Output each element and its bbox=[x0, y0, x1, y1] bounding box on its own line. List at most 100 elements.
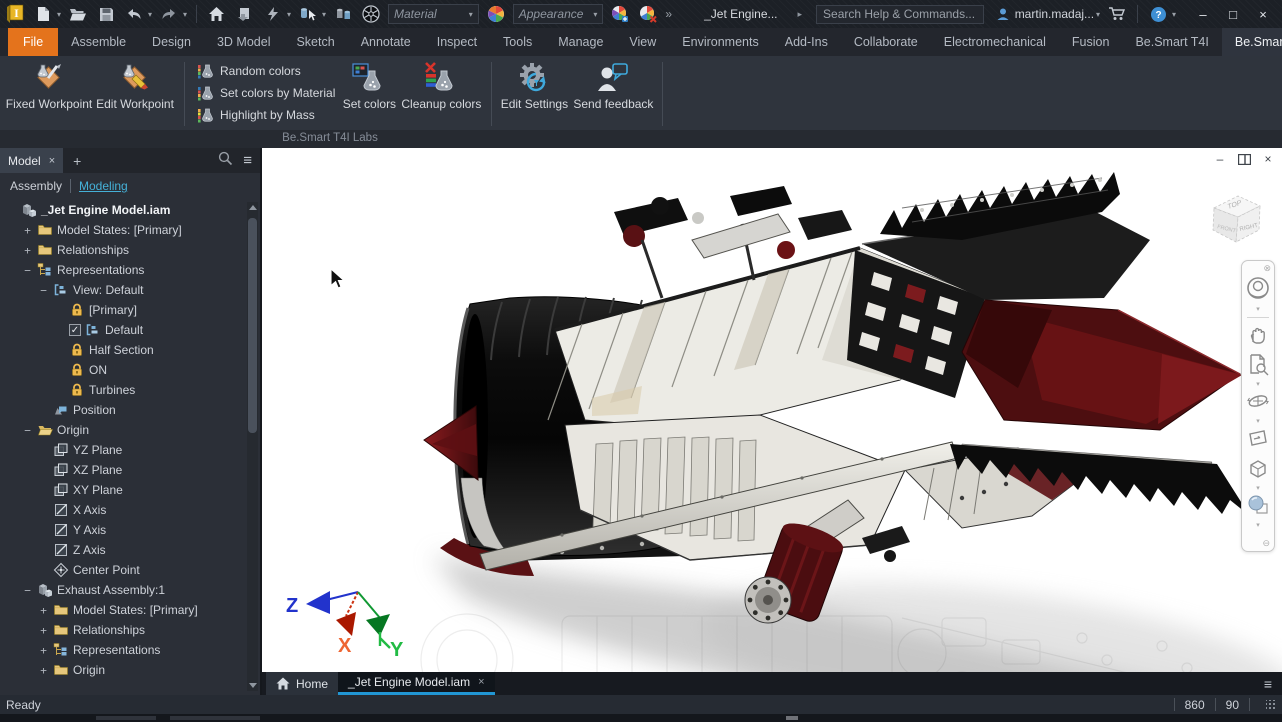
help-search-input[interactable]: Search Help & Commands... bbox=[816, 5, 984, 24]
adjust-colorwheel-icon[interactable] bbox=[485, 3, 507, 25]
tree-item-xz-plane[interactable]: XZ Plane bbox=[0, 460, 246, 480]
parameters-icon[interactable] bbox=[332, 3, 354, 25]
navbar-close-icon[interactable]: ⊗ bbox=[1263, 263, 1271, 274]
maximize-button[interactable]: □ bbox=[1218, 1, 1248, 27]
tree-item-relationships[interactable]: +Relationships bbox=[0, 240, 246, 260]
graphics-viewport[interactable]: – × TOP FRONT RIGHT ⊗ ▾ ▾ bbox=[262, 148, 1282, 672]
tree-expander-icon[interactable]: − bbox=[22, 264, 33, 277]
jet-engine-model[interactable] bbox=[262, 148, 1282, 672]
subtab-modeling[interactable]: Modeling bbox=[79, 179, 128, 193]
open-icon[interactable] bbox=[67, 3, 89, 25]
inventor-logo-icon[interactable]: I bbox=[4, 3, 26, 25]
tree-item-relationships[interactable]: +Relationships bbox=[0, 620, 246, 640]
tree-item-default[interactable]: ✓Default bbox=[0, 320, 246, 340]
title-arrow-icon[interactable]: ▸ bbox=[798, 9, 803, 20]
navbar-caret-icon[interactable]: ▾ bbox=[1256, 523, 1260, 529]
ribbon-tab-add-ins[interactable]: Add-Ins bbox=[772, 28, 841, 56]
close-browser-tab-icon[interactable]: × bbox=[49, 155, 55, 167]
tree-item-exhaust-assembly-1[interactable]: −Exhaust Assembly:1 bbox=[0, 580, 246, 600]
random-colors-button[interactable]: Random colors bbox=[191, 60, 341, 82]
tree-item-turbines[interactable]: Turbines bbox=[0, 380, 246, 400]
update-icon[interactable] bbox=[262, 3, 284, 25]
tree-item-half-section[interactable]: Half Section bbox=[0, 340, 246, 360]
tree-item-z-axis[interactable]: Z Axis bbox=[0, 540, 246, 560]
ribbon-tab-electromechanical[interactable]: Electromechanical bbox=[931, 28, 1059, 56]
tree-expander-icon[interactable]: + bbox=[38, 644, 49, 657]
minimize-button[interactable]: – bbox=[1188, 1, 1218, 27]
navigation-bar[interactable]: ⊗ ▾ ▾ ▾ ▾ ▾ ⊖ bbox=[1241, 260, 1275, 552]
new-file-icon[interactable] bbox=[32, 3, 54, 25]
ribbon-tab-3d-model[interactable]: 3D Model bbox=[204, 28, 284, 56]
navbar-caret-icon[interactable]: ▾ bbox=[1256, 419, 1260, 425]
ribbon-tab-fusion[interactable]: Fusion bbox=[1059, 28, 1123, 56]
orbit-icon[interactable] bbox=[1246, 389, 1270, 418]
set-colors-button[interactable]: Set colors bbox=[341, 58, 397, 130]
doc-restore-icon[interactable] bbox=[1236, 151, 1252, 167]
tree-item-yz-plane[interactable]: YZ Plane bbox=[0, 440, 246, 460]
tree-item--jet-engine-model-iam[interactable]: _Jet Engine Model.iam bbox=[0, 200, 246, 220]
tree-item--primary-[interactable]: [Primary] bbox=[0, 300, 246, 320]
help-icon[interactable]: ? bbox=[1147, 3, 1169, 25]
tree-item-origin[interactable]: +Origin bbox=[0, 660, 246, 680]
appearance-clear-icon[interactable] bbox=[637, 3, 659, 25]
highlight-by-mass-button[interactable]: Highlight by Mass bbox=[191, 104, 341, 126]
tree-item-origin[interactable]: −Origin bbox=[0, 420, 246, 440]
select-caret-icon[interactable]: ▾ bbox=[322, 10, 326, 19]
scroll-up-icon[interactable] bbox=[249, 205, 257, 210]
scroll-down-icon[interactable] bbox=[249, 683, 257, 688]
ribbon-tab-file[interactable]: File bbox=[8, 28, 58, 56]
set-colors-by-material-button[interactable]: Set colors by Material bbox=[191, 82, 341, 104]
tree-item-y-axis[interactable]: Y Axis bbox=[0, 520, 246, 540]
edit-workpoint-button[interactable]: Edit Workpoint bbox=[92, 58, 178, 130]
tree-expander-icon[interactable]: − bbox=[22, 424, 33, 437]
ribbon-tab-annotate[interactable]: Annotate bbox=[348, 28, 424, 56]
user-account[interactable]: martin.madaj... ▾ bbox=[996, 7, 1100, 21]
edit-settings-button[interactable]: Edit Settings bbox=[498, 58, 570, 130]
undo-icon[interactable] bbox=[123, 3, 145, 25]
tree-item-xy-plane[interactable]: XY Plane bbox=[0, 480, 246, 500]
pan-hand-icon[interactable] bbox=[1246, 322, 1270, 351]
redo-caret-icon[interactable]: ▾ bbox=[183, 10, 187, 19]
resize-grip[interactable] bbox=[1266, 700, 1276, 710]
steering-wheel-icon[interactable] bbox=[1245, 275, 1271, 306]
tree-item-on[interactable]: ON bbox=[0, 360, 246, 380]
tree-item-x-axis[interactable]: X Axis bbox=[0, 500, 246, 520]
ribbon-tab-tools[interactable]: Tools bbox=[490, 28, 545, 56]
send-feedback-button[interactable]: Send feedback bbox=[570, 58, 656, 130]
scroll-thumb[interactable] bbox=[248, 218, 257, 433]
tree-expander-icon[interactable]: + bbox=[22, 224, 33, 237]
select-icon[interactable] bbox=[297, 3, 319, 25]
home-icon[interactable] bbox=[206, 3, 228, 25]
zoom-window-icon[interactable] bbox=[1246, 352, 1270, 381]
appearance-combobox[interactable]: Appearance▾ bbox=[513, 4, 604, 24]
doc-close-icon[interactable]: × bbox=[1260, 151, 1276, 167]
navbar-caret-icon[interactable]: ▾ bbox=[1256, 382, 1260, 388]
tree-item-center-point[interactable]: Center Point bbox=[0, 560, 246, 580]
ribbon-tab-inspect[interactable]: Inspect bbox=[424, 28, 490, 56]
qat-overflow-icon[interactable]: » bbox=[665, 7, 672, 21]
look-at-icon[interactable] bbox=[1246, 426, 1270, 455]
tree-expander-icon[interactable]: + bbox=[22, 244, 33, 257]
tree-expander-icon[interactable]: − bbox=[22, 584, 33, 597]
ribbon-tab-be-smart-labs[interactable]: Be.Smart Labs bbox=[1222, 28, 1282, 56]
save-icon[interactable] bbox=[95, 3, 117, 25]
document-tab-close-icon[interactable]: × bbox=[478, 676, 484, 688]
tree-item-view-default[interactable]: −View: Default bbox=[0, 280, 246, 300]
tree-expander-icon[interactable]: + bbox=[38, 624, 49, 637]
undo-caret-icon[interactable]: ▾ bbox=[148, 10, 152, 19]
browser-search-icon[interactable] bbox=[218, 151, 233, 171]
ribbon-tab-sketch[interactable]: Sketch bbox=[283, 28, 347, 56]
ribbon-tab-be-smart-t4i[interactable]: Be.Smart T4I bbox=[1122, 28, 1221, 56]
tree-item-position[interactable]: Position bbox=[0, 400, 246, 420]
tree-item-model-states-primary-[interactable]: +Model States: [Primary] bbox=[0, 220, 246, 240]
add-browser-tab-button[interactable]: + bbox=[73, 153, 81, 169]
ribbon-tab-assemble[interactable]: Assemble bbox=[58, 28, 139, 56]
material-wheel-icon[interactable] bbox=[360, 3, 382, 25]
tab-list-menu-icon[interactable]: ≡ bbox=[1254, 672, 1282, 695]
cleanup-colors-button[interactable]: Cleanup colors bbox=[397, 58, 485, 130]
new-file-caret-icon[interactable]: ▾ bbox=[57, 10, 61, 19]
return-icon[interactable] bbox=[234, 3, 256, 25]
viewcube[interactable]: TOP FRONT RIGHT bbox=[1200, 184, 1274, 258]
redo-icon[interactable] bbox=[158, 3, 180, 25]
cart-icon[interactable] bbox=[1106, 3, 1128, 25]
